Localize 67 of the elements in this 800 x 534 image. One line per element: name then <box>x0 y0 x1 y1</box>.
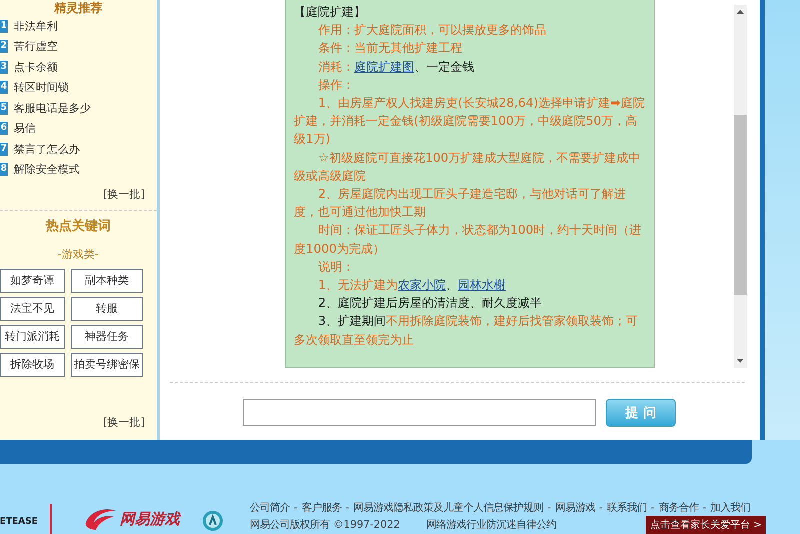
keyword-button[interactable]: 转门派消耗 <box>0 325 65 349</box>
number-badge: 3 <box>0 60 8 74</box>
recommend-link[interactable]: 转区时间锁 <box>14 80 69 96</box>
number-badge: 1 <box>0 20 8 33</box>
separator: - <box>651 502 655 515</box>
refresh-link[interactable]: [换一批] <box>103 187 145 202</box>
recommend-link[interactable]: 客服电话是多少 <box>14 100 91 116</box>
recommend-link[interactable]: 点卡余额 <box>14 60 58 75</box>
copyright-text: 网易公司版权所有 ©1997-2022 <box>250 519 400 532</box>
separator: - <box>548 502 552 515</box>
section-title: 热点关键词 <box>44 218 112 235</box>
answer-text: 1、由房屋产权人找建房吏(长安城28,64)选择申请扩建➡庭院扩建，并消耗一定金钱(初级庭院需要100万，中级庭院50万，高级1万) <box>294 95 646 148</box>
item-link[interactable]: 园林水榭 <box>458 278 506 292</box>
number-badge: 8 <box>0 163 8 176</box>
item-link[interactable]: 庭院扩建图 <box>354 60 414 74</box>
question-input[interactable] <box>243 399 596 426</box>
scrollbar[interactable] <box>734 5 747 368</box>
separator: - <box>346 502 350 515</box>
footer-link[interactable]: 网易游戏 <box>555 502 596 515</box>
keyword-button[interactable]: 拆除牧场 <box>0 353 65 377</box>
number-badge: 2 <box>0 40 8 54</box>
footer-link[interactable]: 网易游戏隐私政策及儿童个人信息保护规则 <box>354 502 544 515</box>
answer-text: 2、房屋庭院内出现工匠头子建造宅邸，与他对话可了解进度，也可通过他加快工期 <box>294 186 628 222</box>
section-title: 精灵推荐 <box>53 1 104 15</box>
footer-link[interactable]: 商务合作 <box>658 502 699 515</box>
answer-text: 时间：保证工匠头子体力，状态都为100时，约十天时间（进度1000为完成） <box>294 222 643 258</box>
footer-link[interactable]: 加入我们 <box>710 502 751 515</box>
footer-link[interactable]: 客户服务 <box>302 502 342 515</box>
keyword-button[interactable]: 副本种类 <box>71 269 143 293</box>
keyword-button[interactable]: 神器任务 <box>71 325 143 349</box>
answer-text: 作用：扩大庭院面积，可以摆放更多的饰品 <box>317 22 548 40</box>
answer-text: 2、庭院扩建后房屋的清洁度、耐久度减半 <box>317 295 544 312</box>
game-logo-text: 网易游戏 <box>120 510 180 528</box>
keyword-button[interactable]: 转服 <box>71 297 143 321</box>
recommend-link[interactable]: 易信 <box>14 121 36 136</box>
number-badge: 5 <box>0 102 8 115</box>
answer-text: 操作： <box>317 76 356 94</box>
footer-link[interactable]: 网络游戏行业防沉迷自律公约 <box>426 519 556 532</box>
answer-text: 说明： <box>317 258 356 276</box>
keyword-button[interactable]: 法宝不见 <box>0 297 65 321</box>
category-label: -游戏类- <box>57 247 100 262</box>
badge-icon <box>202 510 224 532</box>
separator: - <box>599 502 604 515</box>
answer-text: 消耗：庭院扩建图、一定金钱 <box>317 58 476 76</box>
recommend-link[interactable]: 解除安全模式 <box>14 162 80 178</box>
answer-text: 3、扩建期间不用拆除庭院装饰，建好后找管家领取装饰；可多次领取直至领完为止 <box>294 313 640 349</box>
company-logo: ETEASE <box>0 516 38 528</box>
recommend-link[interactable]: 禁言了怎么办 <box>14 142 80 157</box>
recommend-link[interactable]: 非法牟利 <box>14 18 58 34</box>
scrollbar-thumb[interactable] <box>734 115 747 295</box>
separator: - <box>294 502 298 515</box>
keyword-button[interactable]: 拍卖号绑密保 <box>71 353 143 377</box>
answer-text: ☆初级庭院可直接花100万扩建成大型庭院，不需要扩建成中级或高级庭院 <box>294 150 642 185</box>
recommend-link[interactable]: 苦行虚空 <box>14 39 58 54</box>
answer-text: 条件：当前无其他扩建工程 <box>317 40 464 58</box>
footer-link[interactable]: 公司简介 <box>250 502 290 515</box>
answer-text: 【庭院扩建】 <box>294 4 367 21</box>
number-badge: 6 <box>0 122 8 136</box>
number-badge: 4 <box>0 81 8 94</box>
refresh-link[interactable]: [换一批] <box>103 415 145 430</box>
answer-text: 1、无法扩建为农家小院、园林水榭 <box>317 277 508 294</box>
footer-link[interactable]: 联系我们 <box>607 502 648 515</box>
keyword-button[interactable]: 如梦奇谭 <box>0 269 65 293</box>
number-badge: 7 <box>0 142 8 156</box>
item-link[interactable]: 农家小院 <box>398 278 446 292</box>
separator: - <box>702 502 707 515</box>
parent-platform-button[interactable]: 点击查看家长关爱平台 > <box>646 516 766 534</box>
